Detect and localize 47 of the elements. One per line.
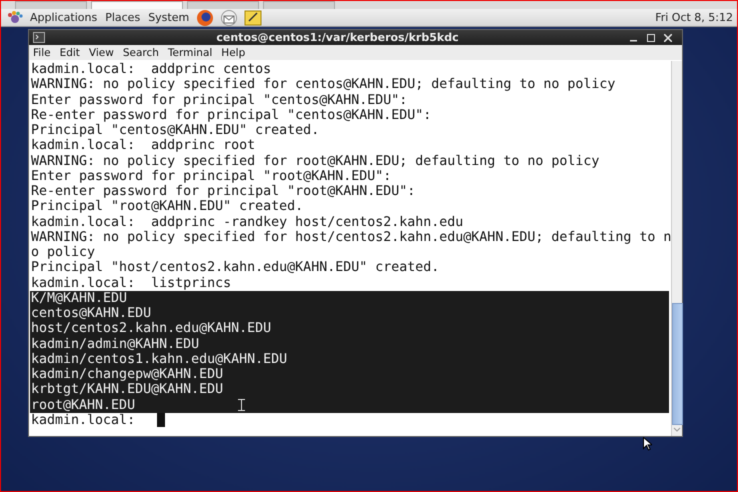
terminal-line: kadmin.local: addprinc -randkey host/centos2.kahn.edu xyxy=(31,214,464,230)
terminal-line: Principal "centos@KAHN.EDU" created. xyxy=(31,123,320,138)
terminal-line: kadmin/centos1.kahn.edu@KAHN.EDU xyxy=(31,352,288,367)
terminal-line: WARNING: no policy specified for root@KAHN.EDU; defaulting to no policy xyxy=(31,154,600,169)
notepad-icon[interactable] xyxy=(244,8,262,26)
menu-item[interactable]: Edit xyxy=(60,46,80,58)
terminal-line: Principal "root@KAHN.EDU" created. xyxy=(31,199,304,214)
terminal-line: kadmin/admin@KAHN.EDU xyxy=(31,336,200,352)
terminal-line: Re-enter password for principal "centos@KAHN.EDU": xyxy=(31,108,432,123)
scroll-down-icon[interactable] xyxy=(673,427,681,432)
menu-item[interactable]: Search xyxy=(122,46,159,58)
maximize-icon[interactable] xyxy=(647,34,655,42)
mail-icon[interactable] xyxy=(220,8,238,26)
panel-menu[interactable]: Places xyxy=(104,11,142,24)
close-icon[interactable] xyxy=(664,34,672,42)
text-cursor-icon xyxy=(238,399,245,411)
terminal-line: kadmin.local: listprincs xyxy=(31,276,232,291)
foot-icon[interactable] xyxy=(7,10,23,26)
menu-item[interactable]: Help xyxy=(221,46,246,58)
browser-icon[interactable] xyxy=(196,8,214,26)
terminal-line: krbtgt/KAHN.EDU@KAHN.EDU xyxy=(31,382,224,398)
terminal-line: Principal "host/centos2.kahn.edu@KAHN.EDU" created. xyxy=(31,260,440,276)
terminal-line: Enter password for principal "root@KAHN.EDU": xyxy=(31,168,392,184)
terminal-line: kadmin/changepw@KAHN.EDU xyxy=(31,367,224,382)
text-cursor xyxy=(157,413,166,428)
terminal-line: kadmin.local: xyxy=(31,412,136,428)
terminal-line: kadmin.local: addprinc root xyxy=(31,138,256,154)
terminal-line: Re-enter password for principal "root@KAHN.EDU": xyxy=(31,184,416,200)
terminal-line: o policy xyxy=(31,245,96,260)
scrollbar[interactable] xyxy=(671,61,682,436)
menu-item[interactable]: View xyxy=(88,46,114,58)
terminal-line: WARNING: no policy specified for centos@KAHN.EDU; defaulting to no policy xyxy=(31,77,616,92)
terminal-line: Enter password for principal "centos@KAHN.EDU": xyxy=(31,92,408,108)
terminal-line: centos@KAHN.EDU xyxy=(31,306,152,322)
panel-menu[interactable]: System xyxy=(147,11,190,24)
terminal-line: root@KAHN.EDU xyxy=(31,398,136,413)
terminal-line: WARNING: no policy specified for host/centos2.kahn.edu@KAHN.EDU; defaulting to n xyxy=(31,230,672,245)
panel-menu[interactable]: Applications xyxy=(29,11,98,24)
scroll-thumb[interactable] xyxy=(672,303,682,425)
terminal-icon xyxy=(33,32,45,43)
window-title: centos@centos1:/var/kerberos/krb5kdc xyxy=(215,31,460,44)
terminal-line: host/centos2.kahn.edu@KAHN.EDU xyxy=(31,321,272,336)
menu-item[interactable]: File xyxy=(33,46,51,58)
terminal-line: K/M@KAHN.EDU xyxy=(31,290,128,306)
terminal-line: kadmin.local: addprinc centos xyxy=(31,62,272,78)
clock[interactable]: Fri Oct 8, 5:12 xyxy=(655,11,733,24)
menu-item[interactable]: Terminal xyxy=(168,46,212,58)
